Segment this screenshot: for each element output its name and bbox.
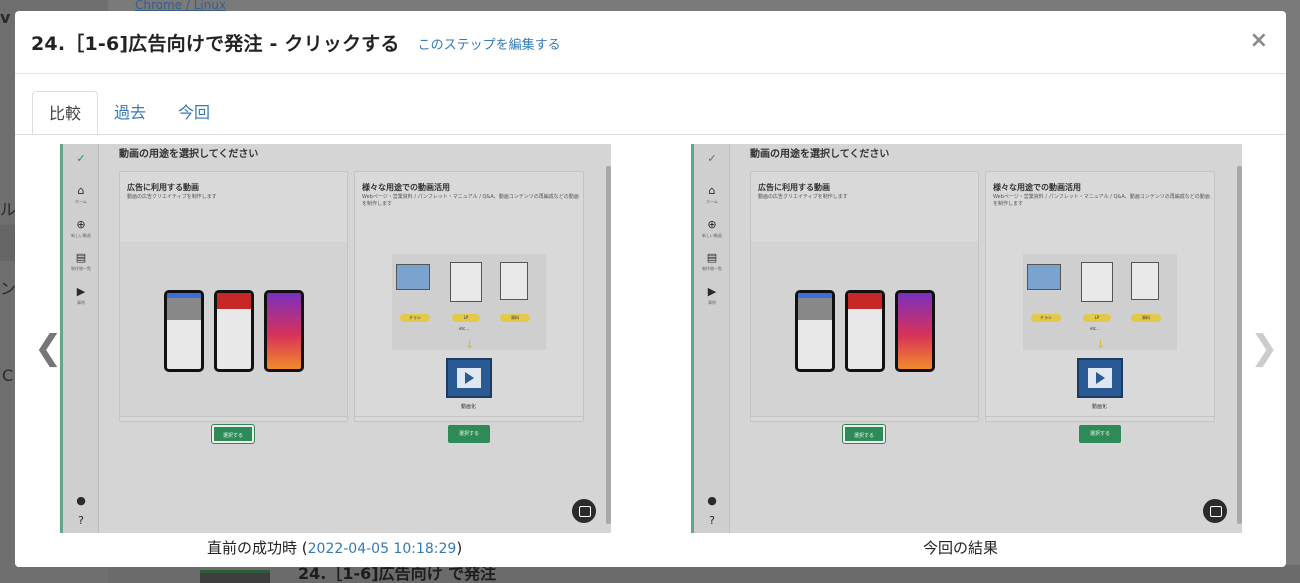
chevron-right-icon[interactable]: ❯ — [1250, 331, 1279, 365]
current-result-screenshot: ✓ ⌂ ホーム ⊕ 新しい動画 ▤ 制作物一覧 ▶ 事例 ● ? 動画の用途を選… — [691, 144, 1242, 533]
user-icon: ● — [76, 494, 86, 507]
home-icon: ⌂ — [77, 184, 85, 197]
select-button: 選択する — [842, 424, 886, 444]
background-fragment: ル — [0, 200, 17, 219]
screenshot-scrollbar — [606, 166, 611, 524]
document-illustration: チラシ LP 資料 etc... — [392, 254, 546, 350]
background-fragment: v — [0, 8, 11, 27]
screenshot-heading: 動画の用途を選択してください — [119, 149, 259, 160]
comparison-modal: 24.［1-6]広告向けで発注 - クリックする このステップを編集する × 比… — [15, 11, 1286, 567]
select-button: 選択する — [1079, 425, 1121, 443]
tab-past[interactable]: 過去 — [98, 91, 162, 135]
help-icon: ? — [78, 514, 84, 527]
tab-bar: 比較 過去 今回 — [32, 91, 226, 135]
user-icon: ● — [707, 494, 717, 507]
success-timestamp-link[interactable]: 2022-04-05 10:18:29 — [308, 541, 457, 557]
previous-success-screenshot: ✓ ⌂ ホーム ⊕ 新しい動画 ▤ 制作物一覧 ▶ 事例 ● ? 動画の用途を選… — [60, 144, 611, 533]
previous-success-caption: 直前の成功時 (2022-04-05 10:18:29) — [207, 539, 463, 557]
arrow-down-icon: ↓ — [1096, 338, 1106, 351]
video-film-icon — [1077, 358, 1123, 398]
phone-illustration — [795, 290, 835, 372]
screenshot-heading: 動画の用途を選択してください — [750, 149, 890, 160]
current-result-caption: 今回の結果 — [923, 539, 999, 557]
check-chart-icon: ✓ — [76, 152, 86, 165]
help-icon: ? — [709, 514, 715, 527]
background-fragment: ン — [0, 279, 17, 298]
phone-illustration — [264, 290, 304, 372]
phone-illustration — [895, 290, 935, 372]
play-circle-icon: ▶ — [707, 285, 717, 298]
library-icon: ▤ — [75, 251, 87, 264]
plus-circle-icon: ⊕ — [707, 218, 717, 231]
edit-step-link[interactable]: このステップを編集する — [418, 34, 561, 53]
document-illustration: チラシ LP 資料 etc... — [1023, 254, 1177, 350]
check-chart-icon: ✓ — [707, 152, 717, 165]
chevron-left-icon[interactable]: ❮ — [34, 331, 63, 365]
video-film-icon — [446, 358, 492, 398]
select-button: 選択する — [211, 424, 255, 444]
select-button: 選択する — [448, 425, 490, 443]
close-icon[interactable]: × — [1250, 30, 1268, 52]
arrow-down-icon: ↓ — [465, 338, 475, 351]
ad-video-card: 広告に利用する動画 動画の広告クリエイティブを制作します 選択する — [750, 171, 979, 444]
library-icon: ▤ — [706, 251, 718, 264]
chat-icon — [572, 499, 596, 523]
multi-use-video-card: 様々な用途での動画活用 Webページ・営業資料 / パンフレット・マニュアル /… — [354, 171, 584, 443]
background-thumbnail — [200, 570, 270, 583]
phone-illustration — [845, 290, 885, 372]
chat-icon — [1203, 499, 1227, 523]
plus-circle-icon: ⊕ — [76, 218, 86, 231]
tab-current[interactable]: 今回 — [162, 91, 226, 135]
screenshot-sidebar: ✓ ⌂ ホーム ⊕ 新しい動画 ▤ 制作物一覧 ▶ 事例 ● ? — [694, 144, 730, 533]
modal-title: 24.［1-6]広告向けで発注 - クリックする — [31, 32, 400, 55]
multi-use-video-card: 様々な用途での動画活用 Webページ・営業資料 / パンフレット・マニュアル /… — [985, 171, 1215, 443]
home-icon: ⌂ — [708, 184, 716, 197]
phone-illustration — [214, 290, 254, 372]
phone-illustration — [164, 290, 204, 372]
tab-compare[interactable]: 比較 — [32, 91, 99, 135]
play-circle-icon: ▶ — [76, 285, 86, 298]
screenshot-sidebar: ✓ ⌂ ホーム ⊕ 新しい動画 ▤ 制作物一覧 ▶ 事例 ● ? — [63, 144, 99, 533]
ad-video-card: 広告に利用する動画 動画の広告クリエイティブを制作します 選択する — [119, 171, 348, 444]
background-fragment: C — [2, 366, 14, 385]
screenshot-scrollbar — [1237, 166, 1242, 524]
modal-header: 24.［1-6]広告向けで発注 - クリックする このステップを編集する × — [15, 11, 1286, 74]
